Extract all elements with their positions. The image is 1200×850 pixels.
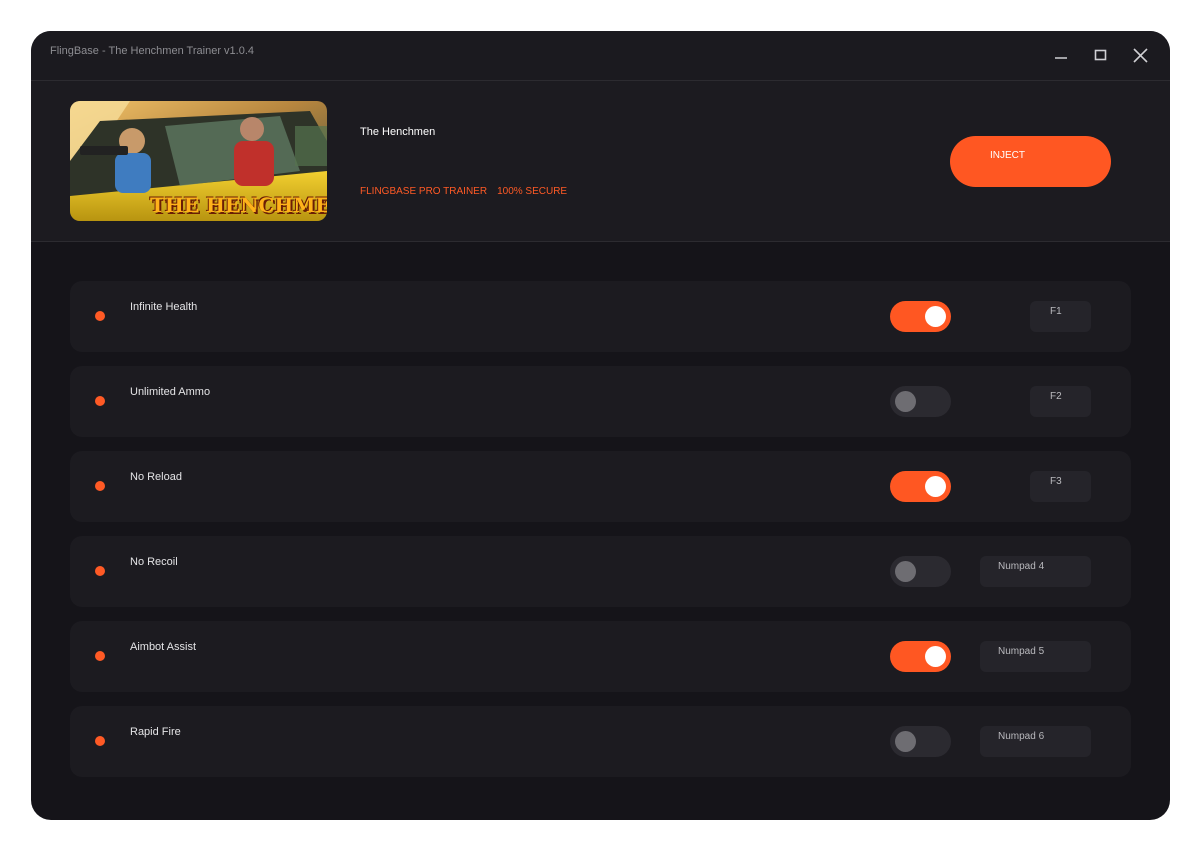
trainer-tagline: FLINGBASE PRO TRAINER 100% SECURE [360,186,568,197]
toggle-knob [895,561,916,582]
inject-button[interactable]: INJECT [950,136,1111,187]
hotkey-label: F1 [1050,306,1062,317]
hotkey-button[interactable]: F1 [1030,301,1091,332]
status-dot-icon [95,566,105,576]
cheat-toggle[interactable] [890,386,951,417]
cheat-row: Infinite Health F1 [70,281,1131,352]
cheat-toggle[interactable] [890,726,951,757]
maximize-button[interactable] [1090,45,1112,67]
status-dot-icon [95,311,105,321]
toggle-knob [925,646,946,667]
status-dot-icon [95,736,105,746]
minimize-icon [1055,57,1067,59]
toggle-knob [925,476,946,497]
hotkey-label: Numpad 4 [998,561,1045,572]
toggle-knob [895,391,916,412]
cheat-toggle[interactable] [890,556,951,587]
minimize-button[interactable] [1050,45,1072,67]
cheat-row: Rapid Fire Numpad 6 [70,706,1131,777]
toggle-knob [925,306,946,327]
hotkey-button[interactable]: Numpad 5 [980,641,1091,672]
cover-art-logo: THE HENCHMEN [150,193,327,217]
game-cover-art: THE HENCHMEN [70,101,327,221]
cheat-row: Aimbot Assist Numpad 5 [70,621,1131,692]
maximize-icon [1094,49,1107,61]
status-dot-icon [95,481,105,491]
title-bar[interactable]: FlingBase - The Henchmen Trainer v1.0.4 [31,31,1170,81]
cheat-toggle[interactable] [890,641,951,672]
cheat-toggle[interactable] [890,301,951,332]
hotkey-label: Numpad 6 [998,731,1045,742]
game-title: The Henchmen [360,126,436,138]
cheat-name: Unlimited Ammo [130,386,211,398]
cheat-row: No Recoil Numpad 4 [70,536,1131,607]
hotkey-label: Numpad 5 [998,646,1045,657]
cheat-name: No Recoil [130,556,178,568]
window-title: FlingBase - The Henchmen Trainer v1.0.4 [50,45,255,57]
close-button[interactable] [1130,45,1152,67]
cheat-name: No Reload [130,471,182,483]
cheat-name: Infinite Health [130,301,198,313]
inject-button-label: INJECT [990,150,1025,161]
cheat-name: Rapid Fire [130,726,181,738]
status-dot-icon [95,396,105,406]
trainer-window: FlingBase - The Henchmen Trainer v1.0.4 [31,31,1170,820]
cheat-toggle[interactable] [890,471,951,502]
cheat-name: Aimbot Assist [130,641,197,653]
hotkey-label: F3 [1050,476,1062,487]
hotkey-button[interactable]: Numpad 4 [980,556,1091,587]
hotkey-button[interactable]: Numpad 6 [980,726,1091,757]
toggle-knob [895,731,916,752]
hotkey-label: F2 [1050,391,1062,402]
hotkey-button[interactable]: F3 [1030,471,1091,502]
hotkey-button[interactable]: F2 [1030,386,1091,417]
status-dot-icon [95,651,105,661]
cheat-row: No Reload F3 [70,451,1131,522]
game-header: THE HENCHMEN The Henchmen FLINGBASE PRO … [31,81,1170,242]
close-icon [1133,48,1148,63]
cheat-row: Unlimited Ammo F2 [70,366,1131,437]
